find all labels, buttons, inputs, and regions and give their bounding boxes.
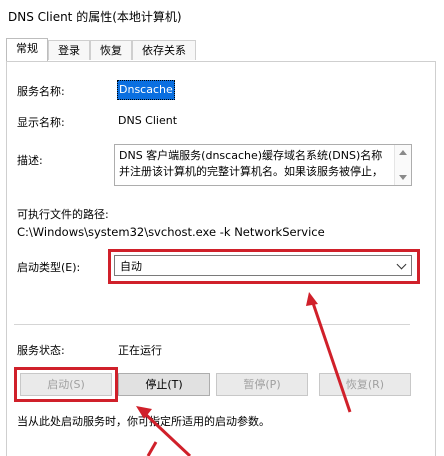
- annotation-arrow-bottom: [146, 441, 158, 456]
- annotation-arrow-startup: [310, 299, 352, 413]
- annotation-arrow-start: [140, 409, 192, 456]
- arrow-head-icon: [306, 292, 318, 306]
- annotation-arrows: [136, 292, 352, 456]
